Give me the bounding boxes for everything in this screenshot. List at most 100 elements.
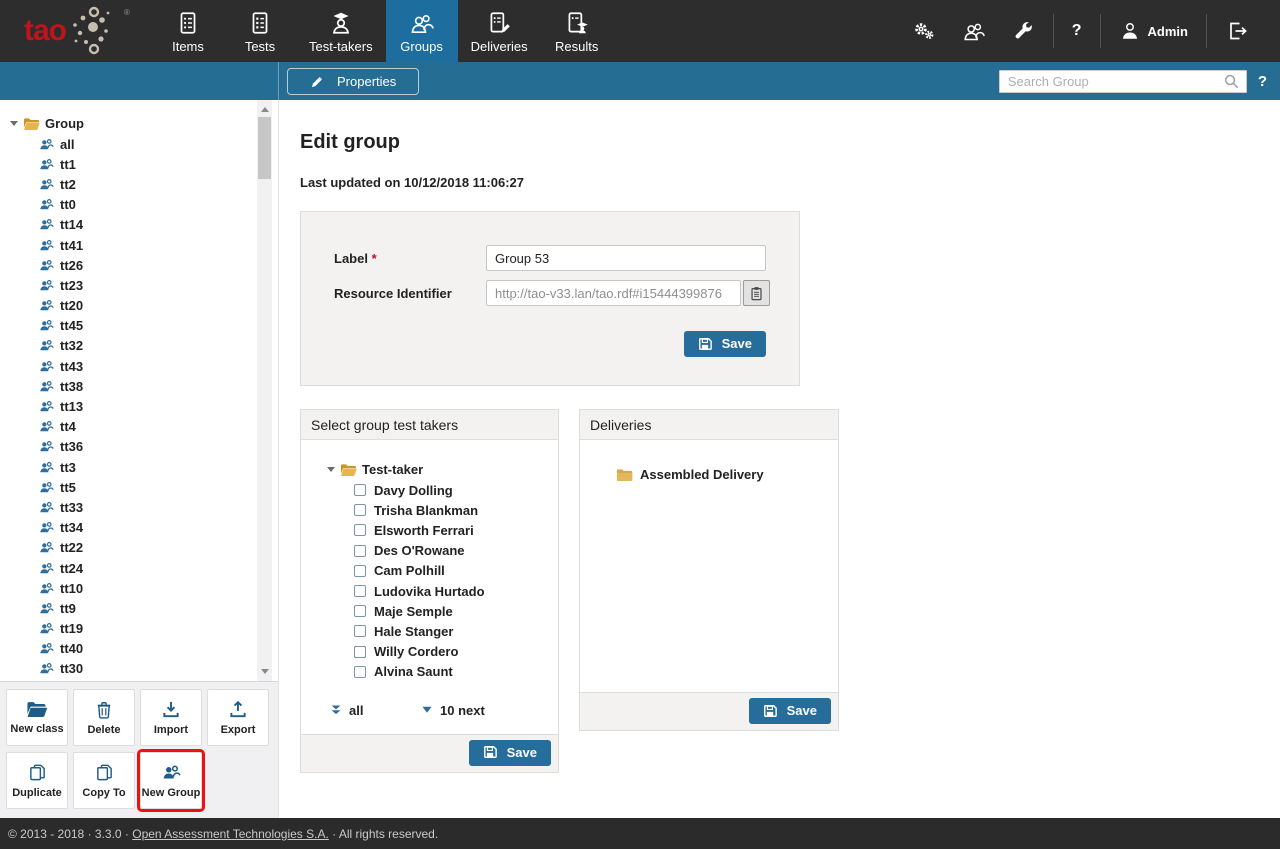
double-chevron-down-icon bbox=[330, 704, 342, 716]
save-test-takers-button[interactable]: Save bbox=[469, 740, 551, 766]
test-taker-checkbox[interactable] bbox=[354, 666, 366, 678]
tree-item-group[interactable]: tt1 bbox=[10, 154, 278, 174]
help-button[interactable]: ? bbox=[1059, 22, 1095, 40]
tree-item-group[interactable]: tt10 bbox=[10, 578, 278, 598]
search-icon[interactable] bbox=[1223, 73, 1240, 90]
tree-item-group[interactable]: tt4 bbox=[10, 417, 278, 437]
tree-item-group[interactable]: tt26 bbox=[10, 255, 278, 275]
tree-item-group[interactable]: tt9 bbox=[10, 598, 278, 618]
users-icon bbox=[39, 177, 54, 192]
tree-item-group[interactable]: tt23 bbox=[10, 275, 278, 295]
new-class-button[interactable]: New class bbox=[6, 689, 68, 746]
test-taker-checkbox[interactable] bbox=[354, 504, 366, 516]
tree-item-group[interactable]: tt43 bbox=[10, 356, 278, 376]
test-taker-row[interactable]: Davy Dolling bbox=[309, 480, 550, 500]
assembled-delivery-folder[interactable]: Assembled Delivery bbox=[616, 467, 838, 482]
test-taker-row[interactable]: Cam Polhill bbox=[309, 561, 550, 581]
test-taker-row[interactable]: Maje Semple bbox=[309, 601, 550, 621]
tree-item-group[interactable]: tt3 bbox=[10, 457, 278, 477]
test-taker-row[interactable]: Elsworth Ferrari bbox=[309, 520, 550, 540]
settings-gears-button[interactable] bbox=[899, 19, 949, 43]
copy-to-button[interactable]: Copy To bbox=[73, 752, 135, 809]
test-taker-checkbox[interactable] bbox=[354, 524, 366, 536]
load-all-button[interactable]: all bbox=[330, 703, 421, 718]
admin-user-menu[interactable]: Admin bbox=[1106, 20, 1201, 42]
test-taker-checkbox[interactable] bbox=[354, 484, 366, 496]
test-taker-checkbox[interactable] bbox=[354, 565, 366, 577]
test-taker-row[interactable]: Hale Stanger bbox=[309, 621, 550, 641]
identifier-field-input[interactable] bbox=[486, 280, 741, 306]
test-taker-row[interactable]: Ludovika Hurtado bbox=[309, 581, 550, 601]
new-group-button[interactable]: New Group bbox=[140, 752, 202, 809]
tree-item-group[interactable]: tt0 bbox=[10, 195, 278, 215]
test-taker-row[interactable]: Trisha Blankman bbox=[309, 500, 550, 520]
user-management-button[interactable] bbox=[949, 19, 999, 43]
tab-test-takers[interactable]: Test-takers bbox=[296, 0, 386, 62]
tab-groups[interactable]: Groups bbox=[386, 0, 458, 62]
tree-item-group[interactable]: tt41 bbox=[10, 235, 278, 255]
users-icon bbox=[39, 581, 54, 596]
test-taker-name: Maje Semple bbox=[374, 604, 453, 619]
scroll-down-button[interactable] bbox=[257, 664, 272, 679]
tree-item-group[interactable]: all bbox=[10, 134, 278, 154]
copy-identifier-button[interactable] bbox=[743, 280, 770, 306]
tab-results[interactable]: Results bbox=[541, 0, 613, 62]
tab-items[interactable]: Items bbox=[152, 0, 224, 62]
test-taker-row[interactable]: Alvina Saunt bbox=[309, 662, 550, 682]
tree-item-group[interactable]: tt34 bbox=[10, 518, 278, 538]
test-taker-checkbox[interactable] bbox=[354, 585, 366, 597]
save-group-button[interactable]: Save bbox=[684, 331, 766, 357]
tree-item-group[interactable]: tt30 bbox=[10, 659, 278, 679]
properties-button[interactable]: Properties bbox=[287, 68, 419, 95]
tree-item-label: tt32 bbox=[60, 338, 83, 353]
search-group-area bbox=[999, 70, 1247, 93]
test-taker-name: Trisha Blankman bbox=[374, 503, 478, 518]
tree-item-group[interactable]: tt36 bbox=[10, 437, 278, 457]
search-group-input[interactable] bbox=[999, 70, 1247, 93]
scroll-up-button[interactable] bbox=[257, 102, 272, 117]
oat-link[interactable]: Open Assessment Technologies S.A. bbox=[132, 827, 329, 841]
export-button[interactable]: Export bbox=[207, 689, 269, 746]
delete-button[interactable]: Delete bbox=[73, 689, 135, 746]
test-taker-checkbox[interactable] bbox=[354, 646, 366, 658]
folder-open-icon bbox=[26, 701, 48, 718]
system-tools-button[interactable] bbox=[999, 20, 1048, 43]
tree-root-label: Test-taker bbox=[362, 462, 423, 477]
tree-item-group[interactable]: tt40 bbox=[10, 639, 278, 659]
search-help-button[interactable]: ? bbox=[1258, 73, 1267, 90]
test-taker-checkbox[interactable] bbox=[354, 625, 366, 637]
tree-root-group[interactable]: Group bbox=[10, 113, 278, 134]
save-deliveries-button[interactable]: Save bbox=[749, 698, 831, 724]
tab-deliveries[interactable]: Deliveries bbox=[458, 0, 541, 62]
users-icon bbox=[39, 601, 54, 616]
tree-item-group[interactable]: tt24 bbox=[10, 558, 278, 578]
caret-down-icon bbox=[327, 467, 335, 472]
import-button[interactable]: Import bbox=[140, 689, 202, 746]
test-taker-checkbox[interactable] bbox=[354, 605, 366, 617]
tree-item-group[interactable]: tt38 bbox=[10, 376, 278, 396]
tree-root-test-taker[interactable]: Test-taker bbox=[309, 459, 550, 480]
test-taker-row[interactable]: Willy Cordero bbox=[309, 642, 550, 662]
tree-item-group[interactable]: tt2 bbox=[10, 174, 278, 194]
load-next-button[interactable]: 10 next bbox=[421, 703, 485, 718]
tree-item-group[interactable]: tt19 bbox=[10, 619, 278, 639]
test-taker-checkbox[interactable] bbox=[354, 545, 366, 557]
label-field-input[interactable] bbox=[486, 245, 766, 271]
duplicate-button[interactable]: Duplicate bbox=[6, 752, 68, 809]
tab-tests[interactable]: Tests bbox=[224, 0, 296, 62]
tree-item-group[interactable]: tt13 bbox=[10, 396, 278, 416]
logout-button[interactable] bbox=[1212, 19, 1262, 43]
tree-item-group[interactable]: tt22 bbox=[10, 538, 278, 558]
scrollbar-thumb[interactable] bbox=[258, 117, 271, 179]
tree-scrollbar[interactable] bbox=[257, 100, 272, 681]
test-taker-name: Cam Polhill bbox=[374, 563, 445, 578]
tests-icon bbox=[247, 10, 273, 36]
tao-logo[interactable]: tao ® bbox=[0, 0, 152, 62]
tree-item-group[interactable]: tt5 bbox=[10, 477, 278, 497]
tree-item-group[interactable]: tt33 bbox=[10, 497, 278, 517]
tree-item-group[interactable]: tt20 bbox=[10, 296, 278, 316]
tree-item-group[interactable]: tt14 bbox=[10, 215, 278, 235]
test-taker-row[interactable]: Des O'Rowane bbox=[309, 541, 550, 561]
tree-item-group[interactable]: tt32 bbox=[10, 336, 278, 356]
tree-item-group[interactable]: tt45 bbox=[10, 316, 278, 336]
